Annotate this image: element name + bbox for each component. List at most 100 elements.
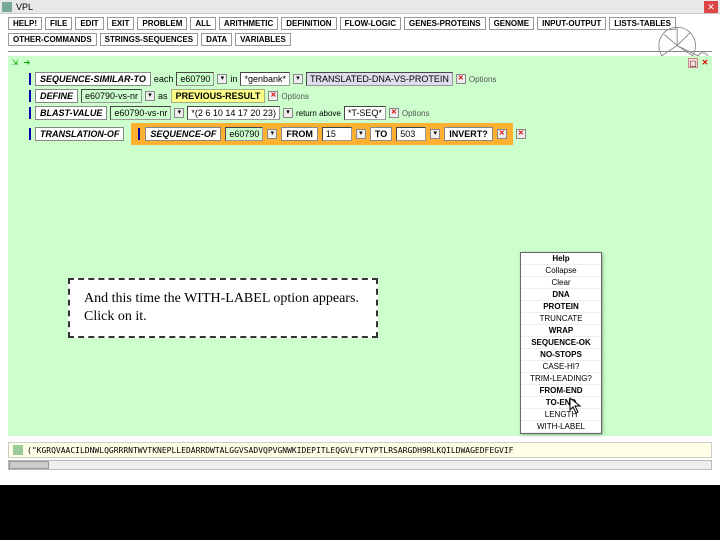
field-menu-icon[interactable]: ▾: [217, 74, 227, 84]
workspace-close-icon[interactable]: ✕: [700, 58, 710, 68]
handle-icon[interactable]: [29, 128, 31, 140]
genome-button[interactable]: GENOME: [489, 17, 535, 30]
toolbar-row-2: OTHER-COMMANDS STRINGS-SEQUENCES DATA VA…: [0, 33, 720, 49]
app-icon: [2, 2, 12, 12]
as-label: as: [158, 91, 168, 101]
handle-icon[interactable]: [138, 128, 140, 140]
row-delete-icon[interactable]: ✕: [268, 91, 278, 101]
file-button[interactable]: FILE: [45, 17, 72, 30]
options-context-menu: Help Collapse Clear DNA PROTEIN TRUNCATE…: [520, 252, 602, 434]
data-button[interactable]: DATA: [201, 33, 232, 46]
handle-icon[interactable]: [29, 90, 31, 102]
invert-label: INVERT?: [444, 127, 493, 141]
options-label[interactable]: Options: [402, 109, 430, 118]
output-text: ("KGRQVAACILDNWLQGRRRNTWVTKNEPLLEDARRDWT…: [27, 446, 513, 455]
field-menu-icon[interactable]: ▾: [145, 91, 155, 101]
menu-item-no-stops[interactable]: NO-STOPS: [521, 349, 601, 361]
tutorial-callout: And this time the WITH-LABEL option appe…: [68, 278, 378, 338]
sequence-similar-keyword[interactable]: SEQUENCE-SIMILAR-TO: [35, 72, 151, 86]
seqof-val-field[interactable]: e60790: [225, 127, 263, 141]
field-menu-icon[interactable]: ▾: [356, 129, 366, 139]
row-delete-icon[interactable]: ✕: [389, 108, 399, 118]
translation-of-row: TRANSLATION-OF SEQUENCE-OF e60790 ▾ FROM…: [28, 123, 706, 145]
row-delete-icon[interactable]: ✕: [456, 74, 466, 84]
menu-item-dna[interactable]: DNA: [521, 289, 601, 301]
edit-button[interactable]: EDIT: [75, 17, 103, 30]
flow-logic-button[interactable]: FLOW-LOGIC: [340, 17, 401, 30]
arithmetic-button[interactable]: ARITHMETIC: [219, 17, 278, 30]
return-above-label: return above: [296, 109, 341, 118]
help-button[interactable]: HELP!: [8, 17, 42, 30]
sequence-similar-row: SEQUENCE-SIMILAR-TO each e60790 ▾ in *ge…: [28, 72, 706, 86]
menu-item-wrap[interactable]: WRAP: [521, 325, 601, 337]
field-menu-icon[interactable]: ▾: [174, 108, 184, 118]
menu-item-protein[interactable]: PROTEIN: [521, 301, 601, 313]
variables-button[interactable]: VARIABLES: [235, 33, 291, 46]
define-row: DEFINE e60790-vs-nr ▾ as PREVIOUS-RESULT…: [28, 89, 706, 103]
result-field[interactable]: TRANSLATED-DNA-VS-PROTEIN: [306, 72, 453, 86]
other-commands-button[interactable]: OTHER-COMMANDS: [8, 33, 97, 46]
menu-item-truncate[interactable]: TRUNCATE: [521, 313, 601, 325]
define-keyword[interactable]: DEFINE: [35, 89, 78, 103]
divider: [8, 51, 712, 52]
workspace-clear-icon[interactable]: ▢: [688, 58, 698, 68]
sequence-of-keyword[interactable]: SEQUENCE-OF: [145, 127, 221, 141]
define-var-field[interactable]: e60790-vs-nr: [81, 89, 142, 103]
each-label: each: [154, 74, 174, 84]
inner-delete-icon[interactable]: ✕: [497, 129, 507, 139]
window-title: VPL: [16, 2, 33, 12]
bottom-margin: [0, 485, 720, 540]
handle-icon[interactable]: [29, 107, 31, 119]
blast-value-row: BLAST-VALUE e60790-vs-nr ▾ *(2 6 10 14 1…: [28, 106, 706, 120]
from-field[interactable]: 15: [322, 127, 352, 141]
menu-item-collapse[interactable]: Collapse: [521, 265, 601, 277]
workspace-expand-icon[interactable]: ⇲: [10, 58, 20, 68]
field-menu-icon[interactable]: ▾: [430, 129, 440, 139]
menu-item-sequence-ok[interactable]: SEQUENCE-OK: [521, 337, 601, 349]
to-field[interactable]: 503: [396, 127, 426, 141]
menu-item-length[interactable]: LENGTH: [521, 409, 601, 421]
exit-button[interactable]: EXIT: [107, 17, 135, 30]
db-field[interactable]: *genbank*: [240, 72, 290, 86]
from-label: FROM: [281, 127, 318, 141]
output-icon: [13, 445, 23, 455]
field-menu-icon[interactable]: ▾: [283, 108, 293, 118]
menu-item-case[interactable]: CASE-HI?: [521, 361, 601, 373]
menu-item-trim-leading[interactable]: TRIM-LEADING?: [521, 373, 601, 385]
window-titlebar: VPL ✕: [0, 0, 720, 14]
tseq-field[interactable]: *T-SEQ*: [344, 106, 386, 120]
seq-value-field[interactable]: e60790: [176, 72, 214, 86]
translation-of-keyword[interactable]: TRANSLATION-OF: [35, 127, 124, 141]
options-label[interactable]: Options: [469, 75, 497, 84]
horizontal-scrollbar[interactable]: [8, 460, 712, 470]
previous-result-button[interactable]: PREVIOUS-RESULT: [171, 89, 266, 103]
to-label: TO: [370, 127, 392, 141]
definition-button[interactable]: DEFINITION: [281, 17, 336, 30]
menu-item-with-label[interactable]: WITH-LABEL: [521, 421, 601, 433]
all-button[interactable]: ALL: [190, 17, 216, 30]
toolbar-row-1: HELP! FILE EDIT EXIT PROBLEM ALL ARITHME…: [0, 14, 720, 33]
genes-proteins-button[interactable]: GENES-PROTEINS: [404, 17, 486, 30]
field-menu-icon[interactable]: ▾: [293, 74, 303, 84]
input-output-button[interactable]: INPUT-OUTPUT: [537, 17, 606, 30]
strings-sequences-button[interactable]: STRINGS-SEQUENCES: [100, 33, 198, 46]
problem-button[interactable]: PROBLEM: [137, 17, 187, 30]
output-area: ("KGRQVAACILDNWLQGRRRNTWVTKNEPLLEDARRDWT…: [8, 442, 712, 458]
options-label[interactable]: Options: [281, 92, 309, 101]
workspace-arrow-icon[interactable]: ➔: [22, 58, 32, 68]
handle-icon[interactable]: [29, 73, 31, 85]
menu-item-to-end[interactable]: TO-END: [521, 397, 601, 409]
blast-var-field[interactable]: e60790-vs-nr: [110, 106, 171, 120]
close-window-button[interactable]: ✕: [704, 1, 718, 13]
menu-item-from-end[interactable]: FROM-END: [521, 385, 601, 397]
row-delete-icon[interactable]: ✕: [516, 129, 526, 139]
in-label: in: [230, 74, 237, 84]
sequence-of-box: SEQUENCE-OF e60790 ▾ FROM 15 ▾ TO 503 ▾ …: [131, 123, 512, 145]
blast-expr-field[interactable]: *(2 6 10 14 17 20 23): [187, 106, 280, 120]
blast-value-keyword[interactable]: BLAST-VALUE: [35, 106, 107, 120]
field-menu-icon[interactable]: ▾: [267, 129, 277, 139]
menu-item-clear[interactable]: Clear: [521, 277, 601, 289]
menu-item-help[interactable]: Help: [521, 253, 601, 265]
scrollbar-thumb[interactable]: [9, 461, 49, 469]
workspace: ⇲ ➔ ▢ ✕ SEQUENCE-SIMILAR-TO each e60790 …: [8, 56, 712, 436]
